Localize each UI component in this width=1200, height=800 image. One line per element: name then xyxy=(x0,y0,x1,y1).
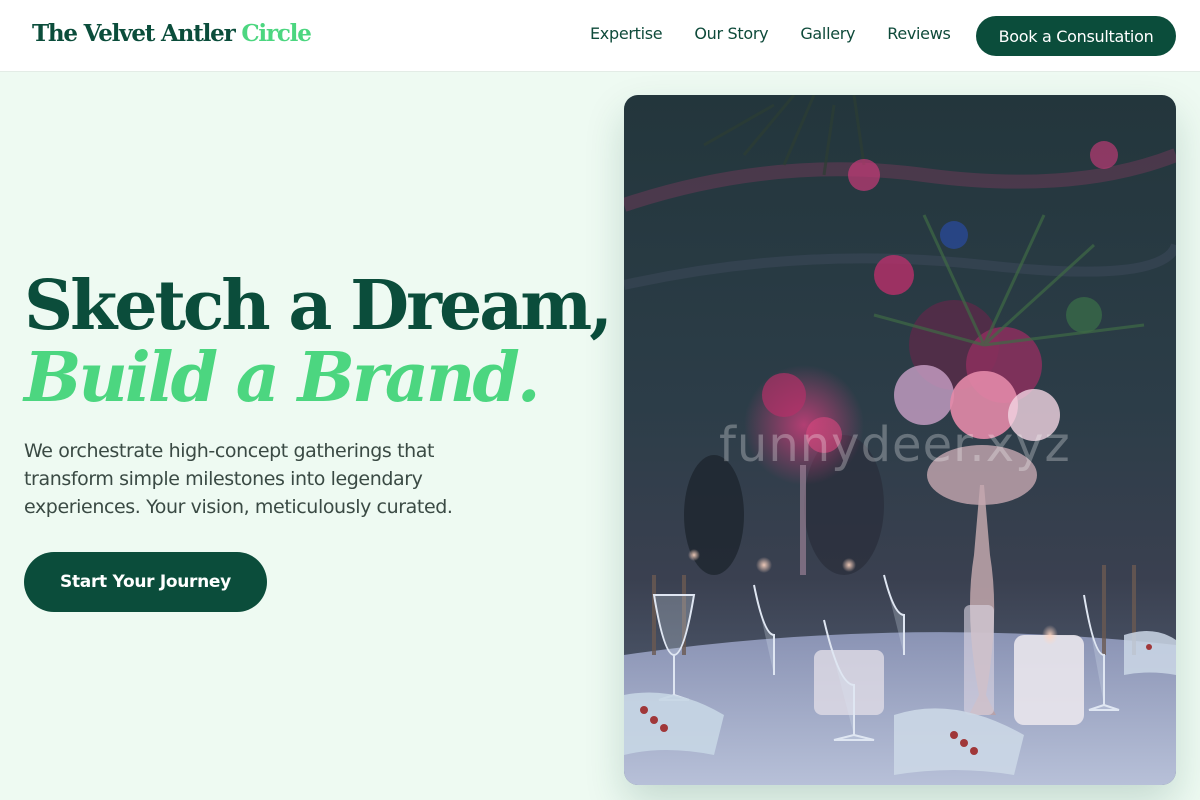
nav-link-expertise[interactable]: Expertise xyxy=(590,24,663,43)
hero-title-line1: Sketch a Dream, xyxy=(24,266,613,346)
book-consultation-button[interactable]: Book a Consultation xyxy=(976,16,1176,56)
hero-title: Sketch a Dream, Build a Brand. xyxy=(24,270,613,418)
nav-link-gallery[interactable]: Gallery xyxy=(800,24,855,43)
brand-name: The Velvet Antler xyxy=(32,20,236,47)
hero-subtitle: We orchestrate high-concept gatherings t… xyxy=(24,440,453,518)
site-header: The Velvet Antler Circle Expertise Our S… xyxy=(0,0,1200,72)
brand-accent: Circle xyxy=(241,20,312,47)
nav-link-reviews[interactable]: Reviews xyxy=(887,24,951,43)
brand-logo[interactable]: The Velvet Antler Circle xyxy=(32,20,312,47)
hero-event-photo: funnydeer.xyz xyxy=(624,95,1176,785)
photo-watermark: funnydeer.xyz xyxy=(719,417,1071,473)
start-journey-button[interactable]: Start Your Journey xyxy=(24,552,267,612)
hero-title-line2: Build a Brand. xyxy=(24,338,541,418)
main-nav: Expertise Our Story Gallery Reviews xyxy=(590,24,951,43)
nav-link-our-story[interactable]: Our Story xyxy=(694,24,768,43)
